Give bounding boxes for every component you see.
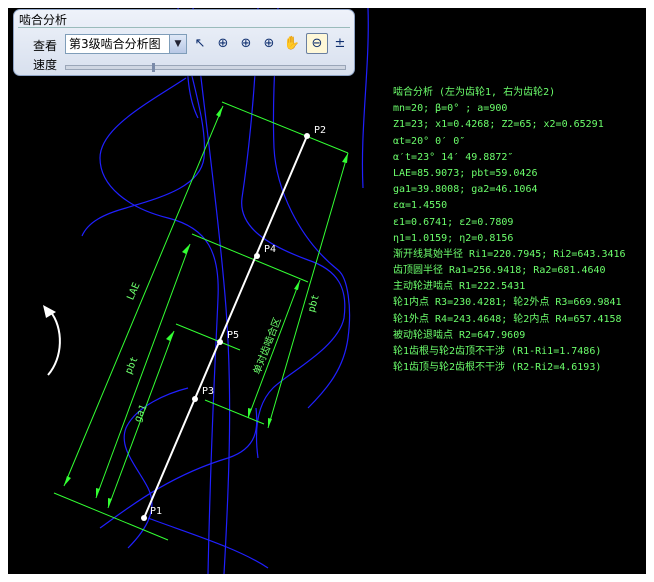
extension-line-p4 (191, 233, 309, 283)
chevron-down-icon[interactable]: ▼ (169, 35, 186, 53)
speed-slider[interactable] (65, 63, 346, 72)
gear1-tooth-lower (123, 387, 189, 549)
info-line: 轮1齿根与轮2齿顶不干涉 (R1-Ri1=1.7486) (393, 346, 602, 357)
info-line: αt=20° 0′ 0″ (393, 135, 466, 147)
info-line: 齿顶圆半径 Ra1=256.9418; Ra2=681.4640 (393, 265, 606, 277)
gear1-profile-right (192, 8, 231, 574)
info-line: 被动轮退啮点 R2=647.9609 (393, 329, 526, 341)
view-label: 查看 (33, 39, 58, 53)
pointer-arrow-icon[interactable]: ↖ (190, 34, 210, 53)
dim-lae (63, 105, 224, 487)
zoom-fit-icon[interactable]: ⊕ (213, 34, 233, 53)
info-line: ga1=39.8008; ga2=46.1064 (393, 184, 538, 196)
extension-line-p3 (204, 399, 265, 425)
speed-slider-thumb[interactable] (152, 63, 156, 72)
mesh-analysis-toolbar: 啮合分析 查看 第3级啮合分析图 ▼ ↖ ⊕ ⊕ ⊕ ✋ ⊖ ± 速度 (13, 9, 355, 76)
gear2-outer-right (361, 8, 369, 189)
view-level-select[interactable]: 第3级啮合分析图 ▼ (65, 34, 187, 54)
label-p4: P4 (264, 244, 277, 255)
zoom-out-icon[interactable]: ⊖ (306, 33, 328, 54)
info-line: εα=1.4550 (393, 200, 448, 212)
info-line: LAE=85.9073; pbt=59.0426 (393, 167, 538, 179)
gear1-profile-left (99, 77, 219, 574)
label-p3: P3 (202, 386, 215, 397)
info-line: η1=1.0159; η2=0.8156 (393, 232, 514, 244)
mesh-analysis-info: 啮合分析 (左为齿轮1, 右为齿轮2) mn=20; β=0° ; a=900 … (393, 85, 626, 376)
info-line: 主动轮进啮点 R1=222.5431 (393, 281, 526, 293)
zoom-window-icon[interactable]: ⊕ (236, 34, 256, 53)
info-line: 轮1内点 R3=230.4281; 轮2外点 R3=669.9841 (393, 297, 622, 309)
gear2-tooth-lower (99, 407, 258, 529)
info-line: ε1=0.6741; ε2=0.7809 (393, 216, 514, 228)
point-p3 (192, 396, 198, 402)
point-p2 (304, 133, 310, 139)
gear-tooth-profiles (81, 8, 369, 574)
view-level-value: 第3级啮合分析图 (69, 37, 161, 51)
label-p5: P5 (227, 330, 240, 341)
pan-hand-icon[interactable]: ✋ (282, 34, 302, 53)
zoom-in-icon[interactable]: ⊕ (259, 34, 279, 53)
info-line: 轮1齿顶与轮2齿根不干涉 (R2-Ri2=4.6193) (393, 362, 602, 374)
toolbar-title: 啮合分析 (19, 13, 68, 27)
dimension-arrowheads (64, 106, 348, 508)
dim-pbt-left (95, 243, 191, 499)
mesh-analysis-canvas[interactable]: P1 P2 P3 P4 P5 LAE pbt ga1 pbt 单对齿啮合区 啮合… (8, 8, 646, 574)
rotation-arc-icon (47, 310, 61, 376)
info-line: Z1=23; x1=0.4268; Z2=65; x2=0.65291 (393, 119, 604, 131)
zoom-realtime-icon[interactable]: ± (330, 34, 350, 53)
extension-line-p2 (221, 101, 349, 154)
dim-pbt-right (267, 152, 349, 429)
info-line: 渐开线其始半径 Ri1=220.7945; Ri2=643.3416 (393, 248, 626, 260)
speed-label: 速度 (33, 58, 58, 72)
info-line: 轮1外点 R4=243.4648; 轮2内点 R4=657.4158 (393, 313, 622, 325)
point-p5 (217, 339, 223, 345)
info-line: mn=20; β=0° ; a=900 (393, 103, 508, 115)
label-p1: P1 (150, 506, 163, 517)
label-p2: P2 (314, 125, 327, 136)
point-p4 (254, 253, 260, 259)
info-line: α′t=23° 14′ 49.8872″ (393, 151, 514, 163)
point-p1 (141, 515, 147, 521)
info-line: 啮合分析 (左为齿轮1, 右为齿轮2) (393, 87, 556, 98)
toolbar-divider (18, 27, 350, 28)
